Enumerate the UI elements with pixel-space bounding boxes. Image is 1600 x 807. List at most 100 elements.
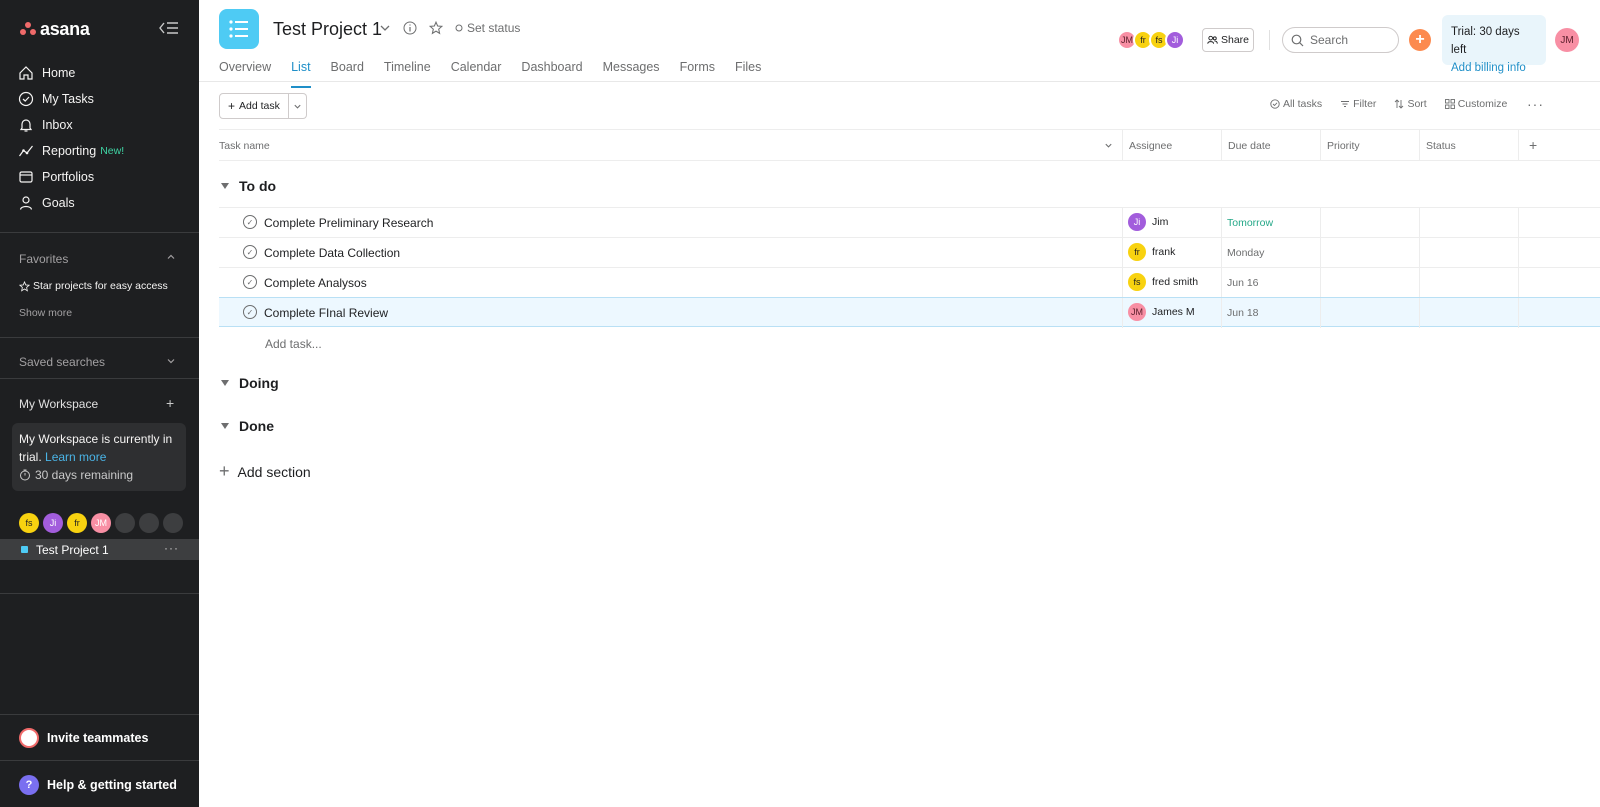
learn-more-link[interactable]: Learn more (45, 450, 106, 464)
grid-icon (1444, 99, 1455, 109)
add-section-button[interactable]: + Add section (219, 461, 311, 482)
tab-overview[interactable]: Overview (219, 60, 271, 82)
filter-button[interactable]: Filter (1340, 98, 1376, 110)
chevron-down-icon[interactable] (379, 22, 391, 34)
task-name[interactable]: Complete FInal Review (264, 306, 388, 320)
section-header-doing[interactable]: Doing (221, 375, 279, 391)
add-workspace-icon[interactable]: + (166, 395, 176, 411)
add-column-icon[interactable]: + (1529, 137, 1537, 153)
user-avatar[interactable]: JM (1555, 28, 1579, 52)
page-title[interactable]: Test Project 1 (273, 19, 382, 40)
tab-timeline[interactable]: Timeline (384, 60, 431, 82)
add-billing-link[interactable]: Add billing info (1451, 59, 1537, 77)
customize-button[interactable]: Customize (1444, 98, 1507, 110)
table-row[interactable]: ✓ Complete Data Collection fr frank Mond… (219, 237, 1600, 268)
task-due-date[interactable]: Jun 18 (1227, 307, 1259, 319)
cell-divider (1221, 268, 1222, 298)
tab-dashboard[interactable]: Dashboard (521, 60, 582, 82)
invite-teammates-button[interactable]: Invite teammates (19, 728, 148, 748)
caret-down-icon[interactable] (221, 183, 229, 189)
caret-down-icon[interactable] (221, 423, 229, 429)
star-icon[interactable] (429, 21, 443, 35)
tab-files[interactable]: Files (735, 60, 761, 82)
table-row[interactable]: ✓ Complete FInal Review JM James M Jun 1… (219, 297, 1600, 328)
sidebar-item-project[interactable]: Test Project 1 ··· (0, 539, 199, 560)
share-button[interactable]: Share (1202, 28, 1254, 52)
add-task-dropdown[interactable] (288, 93, 307, 119)
set-status-button[interactable]: Set status (455, 21, 520, 35)
complete-checkbox-icon[interactable]: ✓ (243, 245, 257, 259)
project-list-icon[interactable] (219, 9, 259, 49)
sidebar-item-goals[interactable]: Goals (18, 192, 75, 214)
complete-checkbox-icon[interactable]: ✓ (243, 275, 257, 289)
sidebar-item-portfolios[interactable]: Portfolios (18, 166, 94, 188)
project-more-icon[interactable]: ··· (164, 541, 179, 555)
saved-searches-label[interactable]: Saved searches (19, 355, 105, 369)
avatar[interactable]: Ji (43, 513, 63, 533)
tab-list[interactable]: List (291, 60, 312, 88)
section-header-todo[interactable]: To do (221, 178, 276, 194)
sidebar-item-my-tasks[interactable]: My Tasks (18, 88, 94, 110)
trial-remaining: 30 days remaining (19, 466, 179, 484)
task-due-date[interactable]: Jun 16 (1227, 277, 1259, 289)
tab-forms[interactable]: Forms (680, 60, 715, 82)
column-task-name[interactable]: Task name (219, 130, 1123, 161)
task-assignee[interactable]: JM James M (1128, 303, 1195, 321)
sidebar-project-label: Test Project 1 (36, 542, 109, 557)
column-status[interactable]: Status (1419, 130, 1518, 161)
my-workspace-label[interactable]: My Workspace (19, 397, 98, 411)
avatar[interactable]: fr (67, 513, 87, 533)
search-input[interactable]: Search (1282, 27, 1399, 53)
sidebar-item-home[interactable]: Home (18, 62, 75, 84)
all-tasks-label: All tasks (1283, 98, 1323, 110)
help-button[interactable]: ? Help & getting started (19, 775, 177, 795)
task-name[interactable]: Complete Analysos (264, 276, 367, 290)
complete-checkbox-icon[interactable]: ✓ (243, 305, 257, 319)
tab-calendar[interactable]: Calendar (451, 60, 502, 82)
task-assignee[interactable]: Ji Jim (1128, 213, 1168, 231)
share-label: Share (1220, 34, 1250, 46)
sidebar-item-label: My Tasks (42, 92, 94, 106)
search-icon (1291, 34, 1304, 46)
more-options-icon[interactable]: ··· (1527, 96, 1544, 112)
table-row[interactable]: ✓ Complete Preliminary Research Ji Jim T… (219, 207, 1600, 238)
caret-down-icon[interactable] (221, 380, 229, 386)
complete-checkbox-icon[interactable]: ✓ (243, 215, 257, 229)
add-task-button[interactable]: + Add task (219, 93, 289, 119)
task-due-date[interactable]: Tomorrow (1227, 217, 1273, 229)
task-name[interactable]: Complete Preliminary Research (264, 216, 433, 230)
chevron-down-icon[interactable] (166, 356, 176, 366)
cell-divider (1320, 238, 1321, 268)
section-header-done[interactable]: Done (221, 418, 274, 434)
collapse-sidebar-icon[interactable] (158, 20, 180, 38)
all-tasks-button[interactable]: All tasks (1270, 98, 1322, 110)
favorites-label[interactable]: Favorites (19, 252, 68, 266)
avatar[interactable]: Ji (1165, 30, 1185, 50)
info-icon[interactable] (403, 21, 417, 35)
chevron-down-icon[interactable] (1104, 141, 1113, 150)
task-assignee[interactable]: fr frank (1128, 243, 1175, 261)
column-priority[interactable]: Priority (1320, 130, 1419, 161)
quick-add-button[interactable]: + (1409, 29, 1431, 51)
table-row[interactable]: ✓ Complete Analysos fs fred smith Jun 16 (219, 267, 1600, 298)
tab-messages[interactable]: Messages (603, 60, 660, 82)
column-assignee[interactable]: Assignee (1122, 130, 1221, 161)
tab-board[interactable]: Board (331, 60, 364, 82)
column-due-date[interactable]: Due date (1221, 130, 1320, 161)
chevron-up-icon[interactable] (166, 252, 176, 262)
sidebar-item-reporting[interactable]: Reporting New! (18, 140, 124, 162)
cell-divider (1518, 268, 1519, 298)
sidebar-item-inbox[interactable]: Inbox (18, 114, 73, 136)
avatar[interactable]: JM (91, 513, 111, 533)
favorites-hint: Star projects for easy access (19, 280, 168, 292)
asana-logo[interactable]: asana (20, 19, 90, 39)
show-more-link[interactable]: Show more (19, 307, 72, 319)
project-members[interactable]: JM fr fs Ji (1117, 30, 1185, 50)
task-name[interactable]: Complete Data Collection (264, 246, 400, 260)
avatar[interactable]: fs (19, 513, 39, 533)
task-assignee[interactable]: fs fred smith (1128, 273, 1198, 291)
sort-button[interactable]: Sort (1394, 98, 1427, 110)
add-task-inline[interactable]: Add task... (265, 337, 322, 351)
task-due-date[interactable]: Monday (1227, 247, 1264, 259)
avatar: Ji (1128, 213, 1146, 231)
